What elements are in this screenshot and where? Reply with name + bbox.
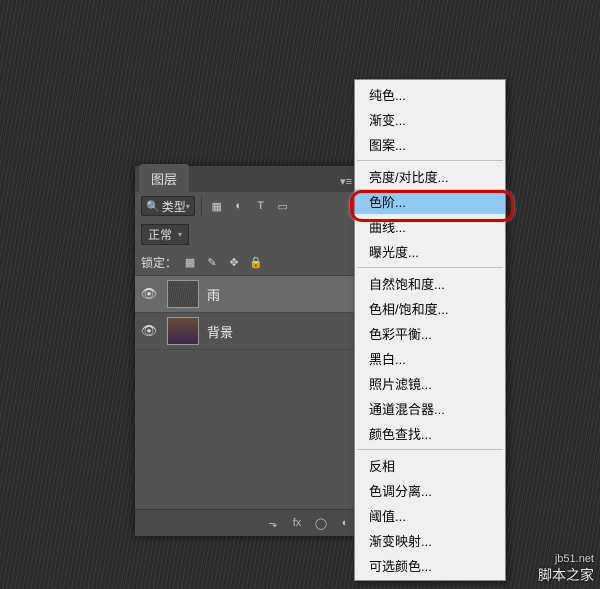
menu-item-hue-saturation[interactable]: 色相/饱和度... <box>355 296 505 321</box>
menu-item-selective-color[interactable]: 可选颜色... <box>355 553 505 578</box>
layer-name[interactable]: 背景 <box>203 322 233 341</box>
blend-mode-row: 正常 ▾ <box>135 220 360 249</box>
panel-bottom-toolbar: ⬎ fx ◯ ◐ <box>135 509 360 536</box>
menu-item-photo-filter[interactable]: 照片滤镜... <box>355 371 505 396</box>
layer-thumbnail[interactable] <box>167 317 199 345</box>
watermark-site: jb51.net <box>538 553 594 565</box>
lock-label: 锁定： <box>141 254 177 271</box>
adjustment-layer-icon[interactable]: ◐ <box>336 517 354 529</box>
menu-item-levels[interactable]: 色阶... <box>355 189 505 214</box>
layer-mask-icon[interactable]: ◯ <box>312 517 330 530</box>
layer-fx-icon[interactable]: fx <box>288 517 306 529</box>
menu-item-pattern[interactable]: 图案... <box>355 132 505 157</box>
menu-item-brightness-contrast[interactable]: 亮度/对比度... <box>355 164 505 189</box>
blend-mode-value: 正常 <box>148 226 172 243</box>
menu-item-color-balance[interactable]: 色彩平衡... <box>355 321 505 346</box>
watermark: jb51.net 脚本之家 <box>538 553 594 585</box>
chevron-down-icon: ▾ <box>186 202 190 211</box>
layer-row[interactable]: 👁 背景 <box>135 313 360 350</box>
layer-thumbnail[interactable] <box>167 280 199 308</box>
search-icon: 🔍 <box>146 200 160 213</box>
lock-row: 锁定： ▩ ✎ ✥ 🔒 <box>135 249 360 276</box>
blend-mode-dropdown[interactable]: 正常 ▾ <box>141 224 189 245</box>
filter-pixel-icon[interactable]: ▦ <box>208 197 226 215</box>
filter-type-icon[interactable]: T <box>252 197 270 215</box>
lock-pixels-icon[interactable]: ✎ <box>203 253 221 271</box>
layer-name[interactable]: 雨 <box>203 285 220 304</box>
menu-item-posterize[interactable]: 色调分离... <box>355 478 505 503</box>
menu-item-invert[interactable]: 反相 <box>355 453 505 478</box>
menu-item-curves[interactable]: 曲线... <box>355 214 505 239</box>
menu-item-gradient-map[interactable]: 渐变映射... <box>355 528 505 553</box>
menu-separator <box>357 267 503 268</box>
lock-all-icon[interactable]: 🔒 <box>247 253 265 271</box>
panel-tab-bar: 图层 ▾≡ <box>135 166 360 192</box>
filter-shape-icon[interactable]: ▭ <box>274 197 292 215</box>
link-layers-icon[interactable]: ⬎ <box>264 517 282 530</box>
filter-type-label: 类型 <box>162 198 186 215</box>
menu-item-threshold[interactable]: 阈值... <box>355 503 505 528</box>
adjustment-context-menu: 纯色... 渐变... 图案... 亮度/对比度... 色阶... 曲线... … <box>354 79 506 581</box>
layer-list: 👁 雨 👁 背景 <box>135 276 360 350</box>
menu-item-color-lookup[interactable]: 颜色查找... <box>355 421 505 446</box>
menu-separator <box>357 449 503 450</box>
filter-type-dropdown[interactable]: 🔍 类型 ▾ <box>141 196 195 216</box>
menu-separator <box>357 160 503 161</box>
layers-tab[interactable]: 图层 <box>139 164 189 192</box>
lock-position-icon[interactable]: ✥ <box>225 253 243 271</box>
menu-item-channel-mixer[interactable]: 通道混合器... <box>355 396 505 421</box>
chevron-down-icon: ▾ <box>178 230 182 239</box>
lock-transparency-icon[interactable]: ▩ <box>181 253 199 271</box>
separator <box>201 196 202 216</box>
menu-item-gradient[interactable]: 渐变... <box>355 107 505 132</box>
watermark-name: 脚本之家 <box>538 567 594 583</box>
menu-item-exposure[interactable]: 曝光度... <box>355 239 505 264</box>
filter-adjust-icon[interactable]: ◐ <box>230 197 248 215</box>
layer-row[interactable]: 👁 雨 <box>135 276 360 313</box>
visibility-eye-icon[interactable]: 👁 <box>135 286 163 302</box>
layers-panel: 图层 ▾≡ 🔍 类型 ▾ ▦ ◐ T ▭ 正常 ▾ 锁定： ▩ ✎ ✥ 🔒 👁 … <box>135 166 360 536</box>
menu-item-black-white[interactable]: 黑白... <box>355 346 505 371</box>
menu-item-solid-color[interactable]: 纯色... <box>355 82 505 107</box>
menu-item-vibrance[interactable]: 自然饱和度... <box>355 271 505 296</box>
visibility-eye-icon[interactable]: 👁 <box>135 323 163 339</box>
layer-filter-row: 🔍 类型 ▾ ▦ ◐ T ▭ <box>135 192 360 220</box>
